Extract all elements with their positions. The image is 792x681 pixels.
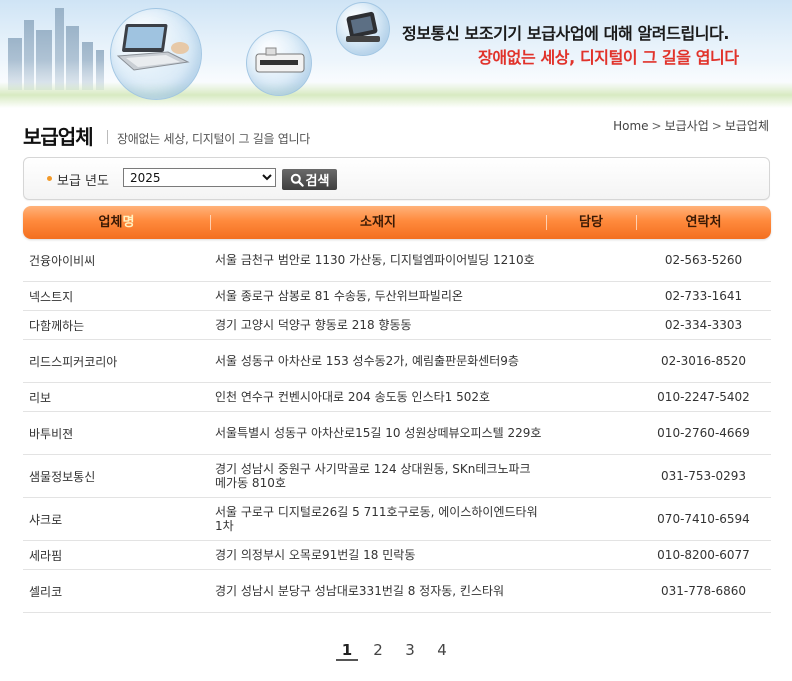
vendor-name: 건융아이비씨 [29, 253, 96, 268]
vendor-contact: 02-3016-8520 [660, 354, 746, 368]
vendor-name: 샘물정보통신 [29, 469, 96, 484]
vendor-contact: 02-334-3303 [664, 318, 743, 332]
grass-strip [0, 82, 792, 108]
page-title: 보급업체 [23, 125, 94, 149]
search-button-label: 검색 [305, 174, 330, 189]
year-label: 보급 년도 [57, 174, 109, 189]
vendor-address: 서울 성동구 아차산로 153 성수동2가, 예림출판문화센터9층 [215, 354, 519, 368]
chevron-right-icon: > [651, 119, 662, 133]
vendor-address: 서울 종로구 삼봉로 81 수송동, 두산위브파빌리온 [215, 289, 463, 303]
vendor-contact: 02-563-5260 [664, 253, 743, 267]
banner-slogan: 장애없는 세상, 디지털이 그 길을 엽니다 [478, 48, 739, 67]
search-panel: 보급 년도 2025 검색 [23, 157, 770, 200]
vendor-name: 세라핌 [29, 548, 63, 563]
table-row: 셀리코 경기 성남시 분당구 성남대로331번길 8 정자동, 킨스타워 031… [23, 570, 771, 613]
vendor-contact: 070-7410-6594 [657, 512, 750, 526]
table-row: 샤크로 서울 구로구 디지털로26길 5 711호구로동, 에이스하이엔드타워1… [23, 498, 771, 541]
page-subtitle: 장애없는 세상, 디지털이 그 길을 엽니다 [117, 132, 310, 146]
vendor-address: 경기 고양시 덕양구 향동로 218 향동동 [215, 318, 412, 332]
vendor-name: 넥스트지 [29, 289, 74, 304]
table-row: 바투비젼 서울특별시 성동구 아차산로15길 10 성원상떼뷰오피스텔 229호… [23, 412, 771, 455]
vendor-name: 셀리코 [29, 584, 63, 599]
table-row: 건융아이비씨 서울 금천구 범안로 1130 가산동, 디지털엠파이어빌딩 12… [23, 239, 771, 282]
vendor-address: 서울 금천구 범안로 1130 가산동, 디지털엠파이어빌딩 1210호 [215, 253, 535, 267]
page-link-3[interactable]: 3 [399, 641, 421, 659]
table-row: 넥스트지 서울 종로구 삼봉로 81 수송동, 두산위브파빌리온 02-733-… [23, 282, 771, 311]
vendor-contact: 02-733-1641 [664, 289, 743, 303]
chevron-right-icon: > [711, 119, 722, 133]
vendor-contact: 031-753-0293 [660, 469, 746, 483]
vendor-name: 리드스피커코리아 [29, 354, 118, 369]
breadcrumb-home-link[interactable]: Home [613, 119, 648, 133]
breadcrumb-current: 보급업체 [724, 119, 769, 133]
banner-headline: 정보통신 보조기기 보급사업에 대해 알려드립니다. [402, 24, 730, 43]
vendor-contact: 010-2760-4669 [657, 426, 750, 440]
column-header-contact: 연락처 [685, 215, 722, 230]
breadcrumb-section-link[interactable]: 보급사업 [665, 119, 709, 133]
vendor-address: 경기 의정부시 오목로91번길 18 민락동 [215, 548, 416, 562]
breadcrumb: Home > 보급사업 > 보급업체 [613, 117, 769, 134]
magnifier-icon [290, 173, 304, 187]
table-row: 리드스피커코리아 서울 성동구 아차산로 153 성수동2가, 예림출판문화센터… [23, 340, 771, 383]
braille-display-icon [255, 47, 305, 73]
dot-icon [47, 176, 52, 181]
search-button[interactable]: 검색 [282, 169, 337, 190]
vendor-address: 서울 구로구 디지털로26길 5 711호구로동, 에이스하이엔드타워1차 [215, 505, 538, 533]
page-link-4[interactable]: 4 [431, 641, 453, 659]
top-banner: 정보통신 보조기기 보급사업에 대해 알려드립니다. 장애없는 세상, 디지털이… [0, 0, 792, 108]
vendor-table: 업체명 소재지 담당 연락처 건융아이비씨 서울 금천구 범안로 1130 가산… [23, 206, 771, 613]
vendor-name: 다함께하는 [29, 318, 85, 333]
vendor-address: 서울특별시 성동구 아차산로15길 10 성원상떼뷰오피스텔 229호 [215, 426, 542, 440]
table-header: 업체명 소재지 담당 연락처 [23, 206, 771, 239]
vendor-name: 샤크로 [29, 512, 63, 527]
year-select[interactable]: 2025 [123, 168, 276, 187]
vendor-address: 인천 연수구 컨벤시아대로 204 송도동 인스타1 502호 [215, 390, 491, 404]
vendor-name: 바투비젼 [29, 426, 74, 441]
table-row: 리보 인천 연수구 컨벤시아대로 204 송도동 인스타1 502호 010-2… [23, 383, 771, 412]
table-row: 세라핌 경기 의정부시 오목로91번길 18 민락동 010-8200-6077 [23, 541, 771, 570]
vendor-contact: 010-8200-6077 [657, 548, 750, 562]
column-header-name: 업체명 [98, 215, 135, 230]
column-header-manager: 담당 [579, 215, 603, 230]
column-header-address: 소재지 [360, 215, 396, 230]
page-link-1[interactable]: 1 [336, 641, 358, 659]
table-row: 다함께하는 경기 고양시 덕양구 향동로 218 향동동 02-334-3303 [23, 311, 771, 340]
vendor-address: 경기 성남시 분당구 성남대로331번길 8 정자동, 킨스타워 [215, 584, 505, 598]
current-page-underline [336, 659, 358, 661]
vendor-name: 리보 [29, 390, 52, 405]
tablet-icon [346, 11, 380, 42]
vendor-address: 경기 성남시 중원구 사기막골로 124 상대원동, SKn테크노파크 메가동 … [215, 462, 531, 490]
title-divider [107, 130, 108, 144]
table-row: 샘물정보통신 경기 성남시 중원구 사기막골로 124 상대원동, SKn테크노… [23, 455, 771, 498]
laptop-icon [116, 24, 190, 71]
vendor-contact: 031-778-6860 [660, 584, 746, 598]
vendor-contact: 010-2247-5402 [657, 390, 750, 404]
page-link-2[interactable]: 2 [367, 641, 389, 659]
